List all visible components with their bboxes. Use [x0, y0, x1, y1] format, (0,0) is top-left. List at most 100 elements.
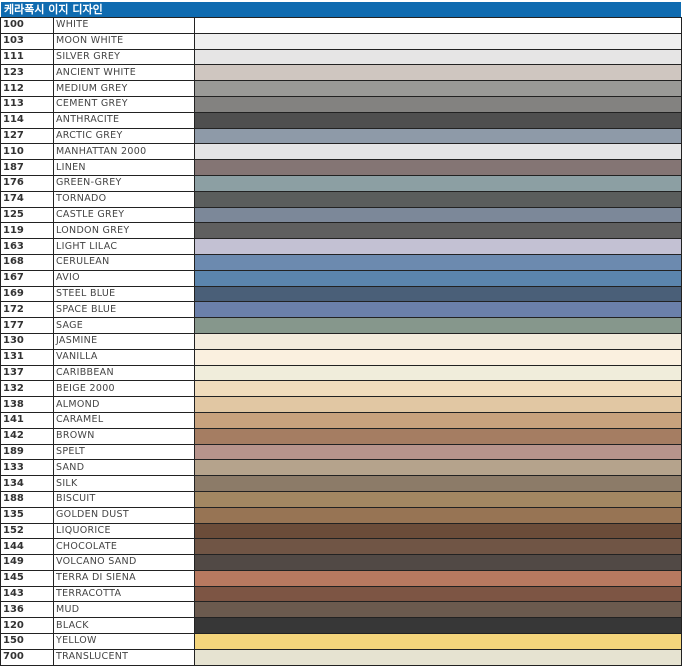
- color-row: 100 WHITE: [0, 17, 682, 34]
- color-name: ANCIENT WHITE: [53, 64, 195, 82]
- color-swatch: [194, 506, 682, 524]
- color-row: 125 CASTLE GREY: [0, 206, 682, 224]
- color-name: CARAMEL: [53, 411, 195, 429]
- color-swatch: [194, 317, 682, 334]
- color-swatch: [194, 238, 682, 255]
- color-code: 135: [0, 506, 54, 524]
- color-name: LONDON GREY: [53, 222, 195, 240]
- color-swatch: [194, 554, 682, 571]
- color-row: 133 SAND: [0, 459, 682, 477]
- color-name: VOLCANO SAND: [53, 554, 195, 571]
- color-name: CARIBBEAN: [53, 364, 195, 382]
- color-code: 138: [0, 396, 54, 413]
- color-row: 135 GOLDEN DUST: [0, 506, 682, 524]
- color-swatch: [194, 648, 682, 666]
- color-swatch: [194, 127, 682, 145]
- color-name: ARCTIC GREY: [53, 127, 195, 145]
- color-code: 127: [0, 127, 54, 145]
- color-swatch: [194, 301, 682, 319]
- color-row: 114 ANTHRACITE: [0, 111, 682, 129]
- color-name: BLACK: [53, 617, 195, 635]
- color-code: 144: [0, 538, 54, 556]
- color-code: 125: [0, 206, 54, 224]
- color-code: 130: [0, 332, 54, 350]
- color-name: CASTLE GREY: [53, 206, 195, 224]
- color-code: 141: [0, 411, 54, 429]
- color-code: 168: [0, 253, 54, 271]
- color-row: 188 BISCUIT: [0, 490, 682, 508]
- color-row: 168 CERULEAN: [0, 253, 682, 271]
- color-code: 142: [0, 427, 54, 445]
- color-chart: 케라폭시 이지 디자인 100 WHITE 103 MOON WHITE 111 SILV…: [0, 0, 682, 670]
- color-name: STEEL BLUE: [53, 285, 195, 303]
- color-name: TERRACOTTA: [53, 585, 195, 603]
- color-row: 152 LIQUORICE: [0, 522, 682, 540]
- color-row: 131 VANILLA: [0, 348, 682, 366]
- color-name: LIGHT LILAC: [53, 238, 195, 255]
- color-code: 169: [0, 285, 54, 303]
- color-swatch: [194, 80, 682, 97]
- color-row: 132 BEIGE 2000: [0, 380, 682, 398]
- color-row: 189 SPELT: [0, 443, 682, 461]
- color-swatch: [194, 617, 682, 635]
- color-name: TRANSLUCENT: [53, 648, 195, 666]
- color-swatch: [194, 64, 682, 82]
- color-row: 143 TERRACOTTA: [0, 585, 682, 603]
- color-name: TORNADO: [53, 190, 195, 208]
- color-code: 120: [0, 617, 54, 635]
- color-name: SILVER GREY: [53, 48, 195, 66]
- color-swatch: [194, 348, 682, 366]
- color-row: 130 JASMINE: [0, 332, 682, 350]
- color-row: 145 TERRA DI SIENA: [0, 569, 682, 587]
- color-row: 176 GREEN-GREY: [0, 174, 682, 192]
- color-swatch: [194, 143, 682, 161]
- color-code: 152: [0, 522, 54, 540]
- color-name: BEIGE 2000: [53, 380, 195, 398]
- color-name: VANILLA: [53, 348, 195, 366]
- color-code: 167: [0, 269, 54, 287]
- color-code: 145: [0, 569, 54, 587]
- color-code: 172: [0, 301, 54, 319]
- color-name: TERRA DI SIENA: [53, 569, 195, 587]
- color-code: 100: [0, 17, 54, 34]
- color-code: 134: [0, 475, 54, 492]
- color-row: 123 ANCIENT WHITE: [0, 64, 682, 82]
- color-swatch: [194, 253, 682, 271]
- color-code: 143: [0, 585, 54, 603]
- color-name: YELLOW: [53, 633, 195, 650]
- color-row: 141 CARAMEL: [0, 411, 682, 429]
- color-name: MOON WHITE: [53, 32, 195, 50]
- color-code: 133: [0, 459, 54, 477]
- color-code: 150: [0, 633, 54, 650]
- color-code: 123: [0, 64, 54, 82]
- color-swatch: [194, 601, 682, 619]
- color-row: 112 MEDIUM GREY: [0, 80, 682, 97]
- color-code: 114: [0, 111, 54, 129]
- color-row: 142 BROWN: [0, 427, 682, 445]
- color-row: 149 VOLCANO SAND: [0, 554, 682, 571]
- color-row: 700 TRANSLUCENT: [0, 648, 682, 666]
- color-row: 120 BLACK: [0, 617, 682, 635]
- color-name: LIQUORICE: [53, 522, 195, 540]
- color-code: 119: [0, 222, 54, 240]
- color-name: LINEN: [53, 159, 195, 176]
- color-code: 110: [0, 143, 54, 161]
- color-swatch: [194, 364, 682, 382]
- color-name: MUD: [53, 601, 195, 619]
- color-row: 103 MOON WHITE: [0, 32, 682, 50]
- color-row: 172 SPACE BLUE: [0, 301, 682, 319]
- color-name: CHOCOLATE: [53, 538, 195, 556]
- color-row: 111 SILVER GREY: [0, 48, 682, 66]
- color-code: 112: [0, 80, 54, 97]
- color-swatch: [194, 475, 682, 492]
- color-table: 100 WHITE 103 MOON WHITE 111 SILVER GREY 123 AN…: [0, 17, 682, 666]
- color-swatch: [194, 522, 682, 540]
- color-code: 188: [0, 490, 54, 508]
- color-swatch: [194, 95, 682, 113]
- color-row: 113 CEMENT GREY: [0, 95, 682, 113]
- color-swatch: [194, 206, 682, 224]
- color-swatch: [194, 490, 682, 508]
- color-row: 138 ALMOND: [0, 396, 682, 413]
- color-name: CERULEAN: [53, 253, 195, 271]
- color-swatch: [194, 174, 682, 192]
